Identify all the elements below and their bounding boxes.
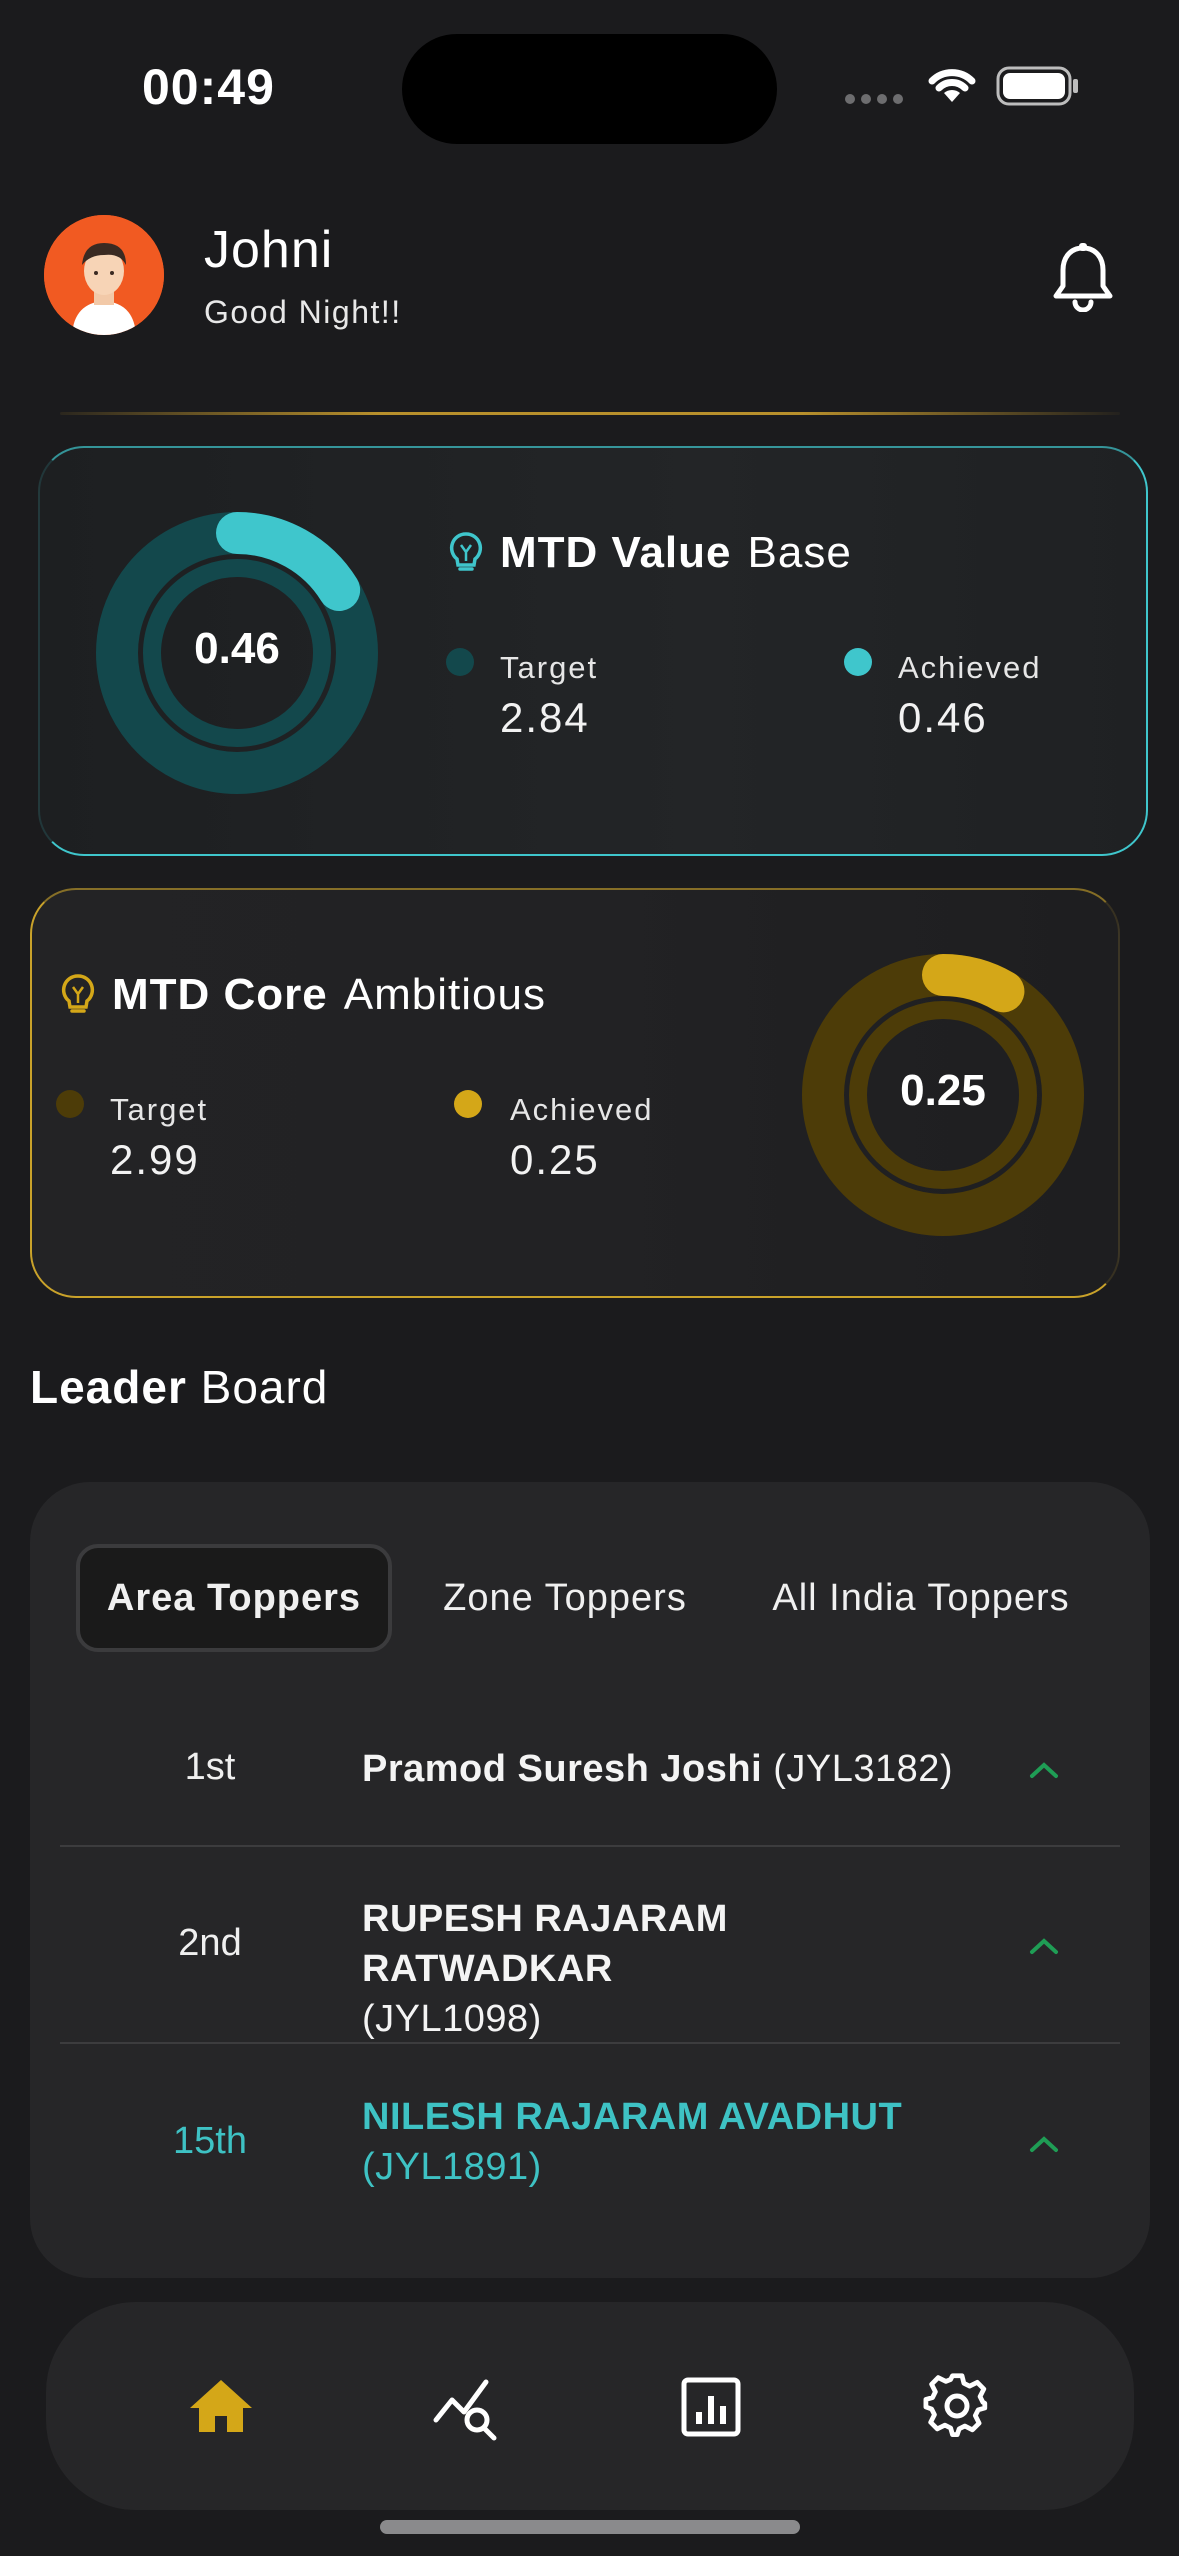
tab-zone-toppers[interactable]: Zone Toppers bbox=[430, 1544, 700, 1652]
avatar-person-icon bbox=[44, 215, 164, 335]
chevron-up-icon[interactable] bbox=[1024, 2130, 1064, 2156]
mtd-value-title-light: Base bbox=[747, 528, 852, 577]
mtd-core-achieved-value: 0.25 bbox=[510, 1136, 600, 1183]
leader-name-text: RUPESH RAJARAM RATWADKAR bbox=[362, 1898, 728, 1990]
greeting-text: Good Night!! bbox=[204, 294, 402, 330]
leader-code: (JYL1891) bbox=[362, 2146, 542, 2188]
mtd-value-target-value: 2.84 bbox=[500, 694, 590, 741]
home-icon[interactable] bbox=[186, 2372, 256, 2442]
row-divider bbox=[60, 2042, 1120, 2044]
mtd-value-center-value: 0.46 bbox=[194, 624, 280, 673]
chevron-up-icon[interactable] bbox=[1024, 1932, 1064, 1958]
mtd-value-achieved-label: Achieved bbox=[898, 650, 1042, 685]
mtd-core-target-label: Target bbox=[110, 1092, 209, 1127]
target-legend-dot bbox=[56, 1090, 84, 1118]
leader-code: (JYL3182) bbox=[773, 1748, 954, 1790]
leaderboard-title-bold: Leader bbox=[30, 1361, 187, 1413]
analytics-search-icon[interactable] bbox=[432, 2372, 502, 2442]
leaderboard-title: Leader Board bbox=[30, 1360, 328, 1414]
mtd-value-title: MTD Value Base bbox=[448, 528, 852, 578]
mtd-core-achieved-label: Achieved bbox=[510, 1092, 654, 1127]
mtd-value-title-bold: MTD Value bbox=[500, 528, 732, 577]
status-time: 00:49 bbox=[142, 59, 275, 115]
avatar[interactable] bbox=[44, 215, 164, 335]
previous-card-edge bbox=[60, 412, 1120, 415]
wifi-icon bbox=[928, 69, 976, 102]
mtd-core-title-bold: MTD Core bbox=[112, 970, 328, 1019]
lightbulb-icon bbox=[449, 532, 483, 571]
user-name: Johni bbox=[204, 221, 334, 279]
mtd-value-target-label: Target bbox=[500, 650, 599, 685]
report-chart-icon[interactable] bbox=[676, 2372, 746, 2442]
leader-name[interactable]: RUPESH RAJARAM RATWADKAR (JYL1098) bbox=[362, 1894, 962, 2044]
tab-all-india-toppers[interactable]: All India Toppers bbox=[756, 1544, 1086, 1652]
leader-name-text: NILESH RAJARAM AVADHUT bbox=[362, 2096, 903, 2138]
dynamic-island bbox=[402, 34, 777, 144]
mtd-core-title-light: Ambitious bbox=[343, 970, 546, 1019]
signal-dots-icon bbox=[845, 94, 903, 104]
home-indicator bbox=[380, 2520, 800, 2534]
battery-icon bbox=[996, 66, 1078, 106]
tab-area-toppers[interactable]: Area Toppers bbox=[76, 1544, 392, 1652]
leader-code: (JYL1098) bbox=[362, 1998, 542, 2040]
notification-bell-icon[interactable] bbox=[1050, 242, 1116, 312]
settings-gear-icon[interactable] bbox=[922, 2372, 992, 2442]
mtd-value-achieved-value: 0.46 bbox=[898, 694, 988, 741]
leader-name-text: Pramod Suresh Joshi bbox=[362, 1748, 763, 1790]
target-legend-dot bbox=[446, 648, 474, 676]
leaderboard-title-light: Board bbox=[200, 1361, 329, 1413]
mtd-core-center-value: 0.25 bbox=[900, 1066, 986, 1115]
leader-rank: 1st bbox=[184, 1746, 236, 1788]
achieved-legend-dot bbox=[844, 648, 872, 676]
leader-rank-current-user: 15th bbox=[173, 2120, 247, 2162]
achieved-legend-dot bbox=[454, 1090, 482, 1118]
mtd-core-title: MTD Core Ambitious bbox=[60, 970, 546, 1020]
mtd-core-target-value: 2.99 bbox=[110, 1136, 200, 1183]
lightbulb-icon bbox=[61, 974, 95, 1013]
chevron-up-icon[interactable] bbox=[1024, 1756, 1064, 1782]
row-divider bbox=[60, 1845, 1120, 1847]
leader-name[interactable]: Pramod Suresh Joshi (JYL3182) bbox=[362, 1744, 962, 1794]
leader-rank: 2nd bbox=[178, 1922, 242, 1964]
leader-name-current-user[interactable]: NILESH RAJARAM AVADHUT (JYL1891) bbox=[362, 2092, 962, 2192]
